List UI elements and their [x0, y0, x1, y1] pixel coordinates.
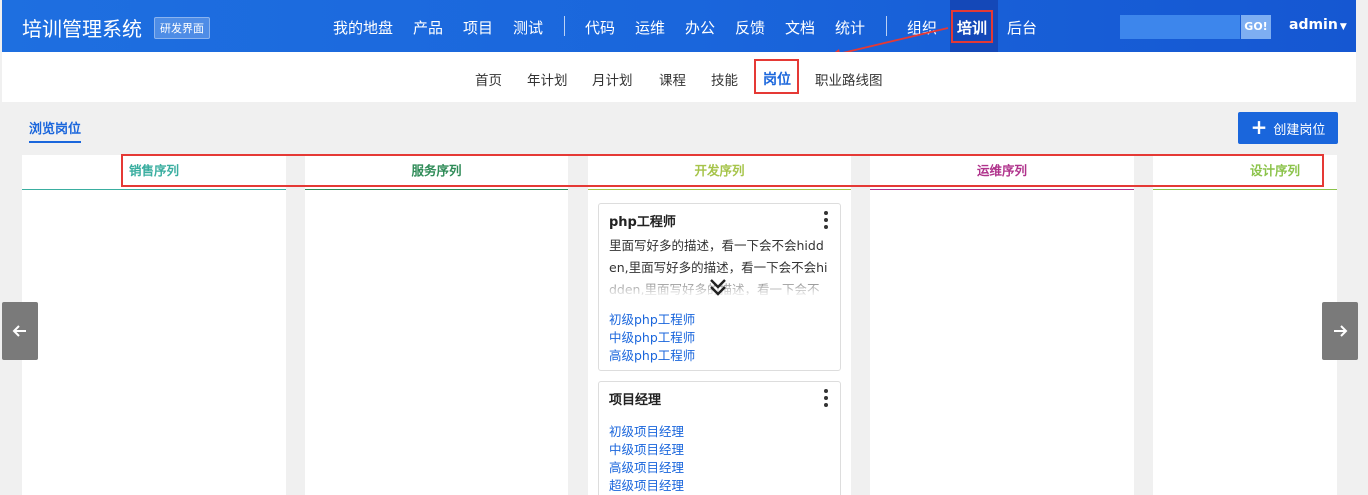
more-options-icon[interactable]: [820, 210, 832, 230]
nav-divider: [886, 16, 887, 36]
level-link[interactable]: 高级php工程师: [609, 347, 695, 365]
level-link[interactable]: 初级项目经理: [609, 423, 684, 441]
scroll-left-button[interactable]: [2, 302, 38, 360]
nav-stats[interactable]: 统计: [835, 17, 865, 38]
card-title[interactable]: php工程师: [609, 211, 676, 230]
create-position-label: 创建岗位: [1273, 122, 1326, 138]
nav-admin[interactable]: 后台: [1007, 17, 1037, 38]
arrow-right-icon: [1334, 325, 1348, 337]
nav-ops[interactable]: 运维: [635, 17, 665, 38]
subnav-month-plan[interactable]: 月计划: [592, 69, 633, 89]
scroll-right-button[interactable]: [1322, 302, 1358, 360]
expand-chevron-icon[interactable]: [709, 277, 727, 297]
card-level-links: 初级php工程师 中级php工程师 高级php工程师: [609, 311, 695, 365]
nav-project[interactable]: 项目: [463, 17, 493, 38]
plus-icon: +: [1250, 115, 1268, 139]
create-position-button[interactable]: + 创建岗位: [1238, 112, 1338, 144]
more-options-icon[interactable]: [820, 388, 832, 408]
nav-code[interactable]: 代码: [585, 17, 615, 38]
card-title[interactable]: 项目经理: [609, 389, 661, 408]
nav-office[interactable]: 办公: [685, 17, 715, 38]
level-link[interactable]: 高级项目经理: [609, 459, 684, 477]
column-design: 设计序列: [1153, 155, 1337, 495]
search-input[interactable]: [1120, 15, 1240, 39]
nav-docs[interactable]: 文档: [785, 17, 815, 38]
nav-org[interactable]: 组织: [907, 17, 937, 38]
nav-my-space[interactable]: 我的地盘: [333, 17, 393, 38]
column-sales: 销售序列: [22, 155, 286, 495]
subnav-career-path[interactable]: 职业路线图: [815, 69, 883, 89]
level-link[interactable]: 中级项目经理: [609, 441, 684, 459]
app-title[interactable]: 培训管理系统: [22, 13, 142, 42]
subnav-skill[interactable]: 技能: [711, 69, 738, 89]
subnav-course[interactable]: 课程: [659, 69, 686, 89]
tab-browse-positions[interactable]: 浏览岗位: [29, 118, 82, 143]
nav-product[interactable]: 产品: [413, 17, 443, 38]
arrow-left-icon: [12, 325, 26, 337]
nav-test[interactable]: 测试: [513, 17, 543, 38]
position-card[interactable]: 项目经理 初级项目经理 中级项目经理 高级项目经理 超级项目经理: [598, 381, 841, 495]
sub-navbar: 首页 年计划 月计划 课程 技能 岗位 职业路线图: [2, 52, 1356, 102]
highlight-box-training: [951, 10, 993, 43]
nav-feedback[interactable]: 反馈: [735, 17, 765, 38]
level-link[interactable]: 超级项目经理: [609, 477, 684, 495]
subnav-home[interactable]: 首页: [475, 69, 502, 89]
search-go-button[interactable]: GO!: [1241, 15, 1271, 39]
position-card[interactable]: php工程师 里面写好多的描述，看一下会不会hidden,里面写好多的描述，看一…: [598, 203, 841, 371]
subnav-year-plan[interactable]: 年计划: [527, 69, 568, 89]
column-service: 服务序列: [305, 155, 568, 495]
top-navbar: 培训管理系统 研发界面 我的地盘 产品 项目 测试 代码 运维 办公 反馈 文档…: [2, 0, 1356, 52]
level-link[interactable]: 中级php工程师: [609, 329, 695, 347]
highlight-box-columns: [121, 154, 1324, 187]
nav-divider: [564, 16, 565, 36]
level-link[interactable]: 初级php工程师: [609, 311, 695, 329]
user-menu[interactable]: admin ▼: [1289, 17, 1347, 33]
highlight-box-position: [754, 59, 799, 94]
card-level-links: 初级项目经理 中级项目经理 高级项目经理 超级项目经理: [609, 423, 684, 495]
user-name: admin: [1289, 17, 1338, 33]
env-badge[interactable]: 研发界面: [154, 17, 210, 39]
caret-down-icon: ▼: [1339, 22, 1347, 32]
column-ops: 运维序列: [870, 155, 1134, 495]
